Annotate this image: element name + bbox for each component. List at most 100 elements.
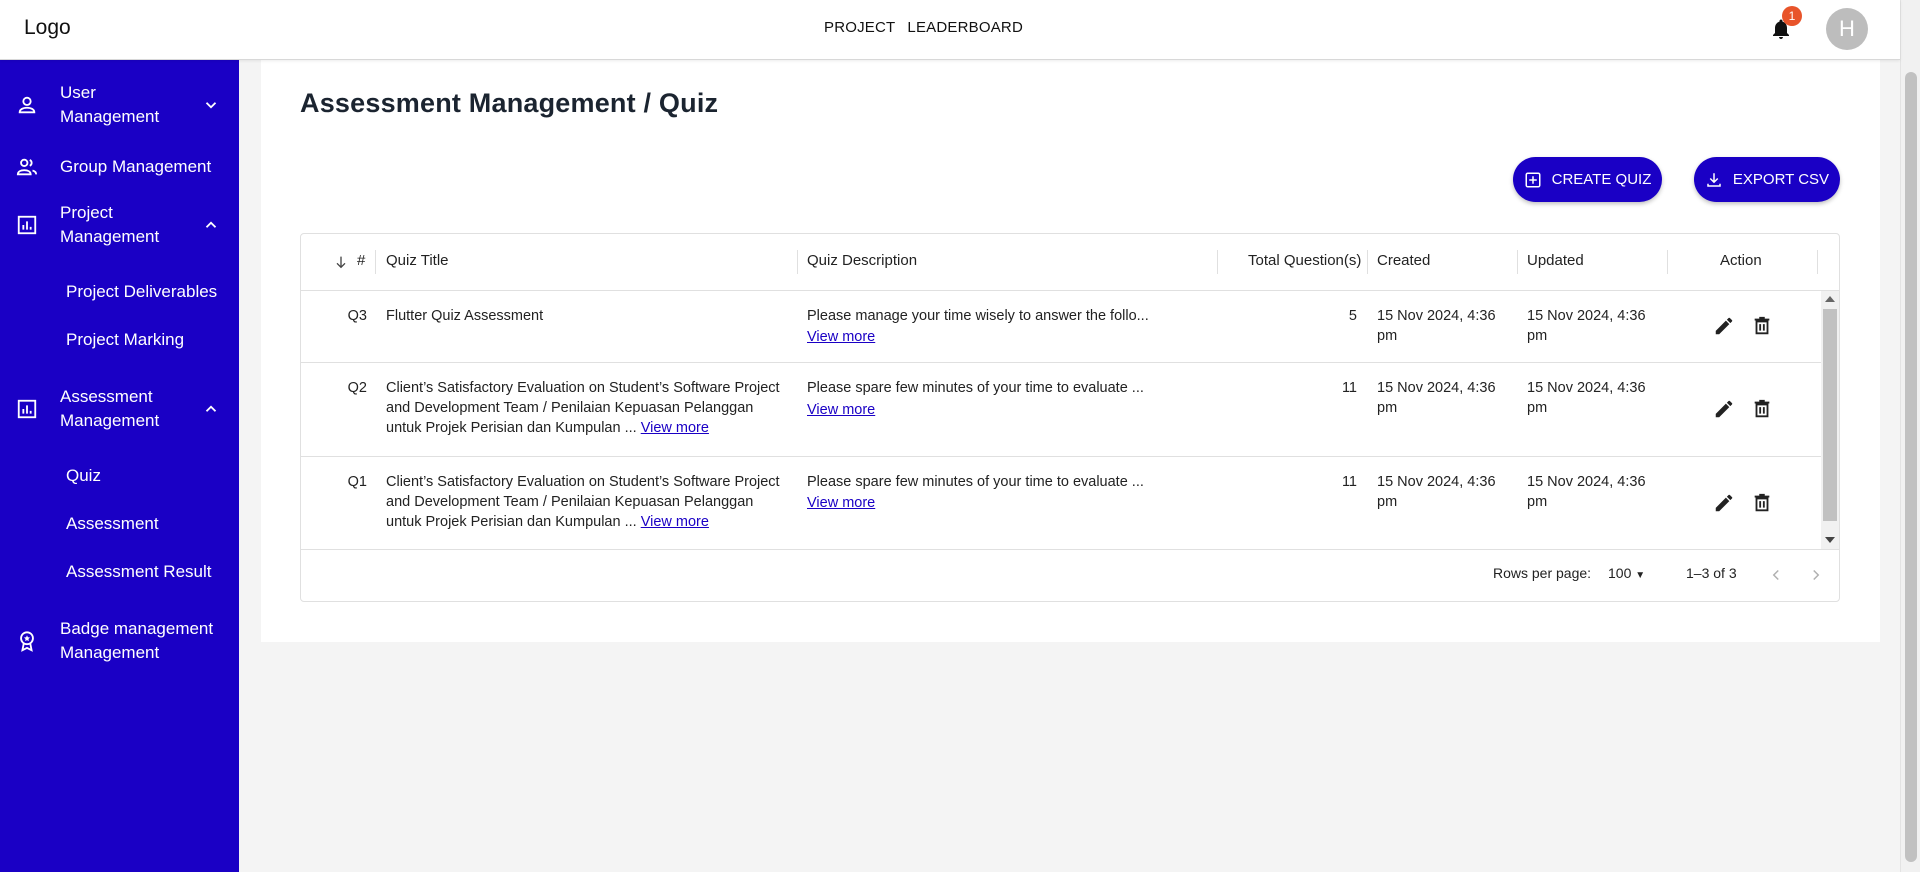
download-icon (1707, 172, 1721, 187)
row-id: Q2 (347, 380, 367, 396)
edit-pencil-icon[interactable] (1713, 315, 1735, 337)
row-description: Please manage your time wisely to answer… (807, 308, 1149, 324)
group-icon (16, 158, 38, 176)
sidebar-subitem-quiz[interactable]: Quiz (66, 466, 101, 486)
row-updated-line2: pm (1527, 494, 1548, 510)
page-scrollbar[interactable] (1900, 0, 1920, 872)
row-title-line3-text: untuk Projek Perisian dan Kumpulan ... (386, 420, 637, 436)
description-view-more-link[interactable]: View more (807, 493, 875, 513)
sidebar-subitem-project-deliverables[interactable]: Project Deliverables (66, 282, 217, 302)
create-quiz-button[interactable]: CREATE QUIZ (1513, 157, 1662, 202)
sidebar-item-user-management[interactable]: User Management (0, 80, 239, 130)
table-scrollbar[interactable] (1821, 291, 1839, 549)
row-created-line2: pm (1377, 400, 1398, 416)
row-total-questions: 11 (1341, 380, 1357, 396)
column-separator[interactable] (797, 250, 798, 274)
column-header-created[interactable]: Created (1377, 252, 1430, 269)
row-description: Please spare few minutes of your time to… (807, 474, 1144, 490)
sidebar-label-project-line1: Project (60, 203, 113, 222)
description-view-more-link[interactable]: View more (807, 400, 875, 420)
row-description: Please spare few minutes of your time to… (807, 380, 1144, 396)
column-header-action: Action (1720, 252, 1762, 269)
sidebar-item-assessment-management[interactable]: Assessment Management (0, 384, 239, 434)
column-separator[interactable] (1817, 250, 1818, 274)
delete-trash-icon[interactable] (1751, 492, 1773, 514)
row-created-line2: pm (1377, 328, 1398, 344)
previous-page-icon[interactable] (1767, 566, 1785, 584)
bar-chart-icon (17, 399, 37, 419)
export-csv-label: EXPORT CSV (1732, 171, 1830, 188)
top-nav: PROJECT LEADERBOARD (824, 19, 1023, 36)
badge-icon (20, 631, 34, 652)
row-created-line1: 15 Nov 2024, 4:36 (1377, 474, 1496, 490)
sort-arrow-down-icon[interactable] (333, 254, 349, 270)
bar-chart-icon (17, 215, 37, 235)
notification-count-badge: 1 (1782, 6, 1802, 26)
delete-trash-icon[interactable] (1751, 315, 1773, 337)
add-box-icon (1525, 172, 1541, 187)
row-updated-line1: 15 Nov 2024, 4:36 (1527, 474, 1646, 490)
top-app-bar: Logo PROJECT LEADERBOARD 1 H (0, 0, 1900, 60)
dropdown-arrow-icon: ▼ (1635, 570, 1646, 581)
table-row: Q2 Client’s Satisfactory Evaluation on S… (301, 363, 1821, 457)
sidebar-item-project-management[interactable]: Project Management (0, 200, 239, 250)
chevron-down-icon (205, 102, 217, 109)
edit-pencil-icon[interactable] (1713, 492, 1735, 514)
row-title-line1: Client’s Satisfactory Evaluation on Stud… (386, 474, 780, 490)
sidebar-subitem-project-marking[interactable]: Project Marking (66, 330, 184, 350)
row-title: Flutter Quiz Assessment (386, 308, 544, 324)
row-created-line1: 15 Nov 2024, 4:36 (1377, 308, 1496, 324)
row-created-line2: pm (1377, 494, 1398, 510)
table-row: Q1 Client’s Satisfactory Evaluation on S… (301, 457, 1821, 549)
footer-divider (301, 549, 1839, 550)
sidebar-subitem-assessment-result[interactable]: Assessment Result (66, 562, 212, 582)
person-icon (18, 96, 36, 114)
sidebar-label-badge-line1: Badge management (60, 619, 214, 638)
column-separator[interactable] (1217, 250, 1218, 274)
sidebar-label-badge-line2: Management (60, 643, 160, 662)
sidebar: User Management Group Management Project… (0, 60, 239, 872)
row-created-line1: 15 Nov 2024, 4:36 (1377, 380, 1496, 396)
page-title: Assessment Management / Quiz (300, 88, 719, 118)
table-scrollbar-thumb[interactable] (1823, 309, 1837, 521)
column-header-updated[interactable]: Updated (1527, 252, 1584, 269)
column-separator[interactable] (1667, 250, 1668, 274)
edit-pencil-icon[interactable] (1713, 398, 1735, 420)
column-header-description[interactable]: Quiz Description (807, 252, 917, 269)
column-separator[interactable] (1367, 250, 1368, 274)
title-view-more-link[interactable]: View more (641, 420, 709, 436)
nav-project-link[interactable]: PROJECT (824, 19, 895, 36)
title-view-more-link[interactable]: View more (641, 514, 709, 530)
row-updated-line1: 15 Nov 2024, 4:36 (1527, 380, 1646, 396)
row-total-questions: 11 (1341, 474, 1357, 490)
column-separator[interactable] (375, 250, 376, 274)
row-total-questions: 5 (1348, 308, 1357, 324)
scroll-down-arrow-icon[interactable] (1825, 537, 1835, 543)
nav-leaderboard-link[interactable]: LEADERBOARD (907, 19, 1023, 36)
user-avatar[interactable]: H (1826, 8, 1868, 50)
page-scrollbar-thumb[interactable] (1905, 72, 1917, 862)
column-header-total-questions[interactable]: Total Question(s) (1248, 252, 1361, 269)
sidebar-label-assessment-line1: Assessment (60, 387, 153, 406)
next-page-icon[interactable] (1807, 566, 1825, 584)
rows-per-page-label: Rows per page: (1493, 565, 1592, 581)
description-view-more-link[interactable]: View more (807, 327, 875, 347)
row-title-line3-text: untuk Projek Perisian dan Kumpulan ... (386, 514, 637, 530)
scroll-up-arrow-icon[interactable] (1825, 296, 1835, 302)
row-title-line2: and Development Team / Penilaian Kepuasa… (386, 400, 754, 416)
column-separator[interactable] (1517, 250, 1518, 274)
row-updated-line2: pm (1527, 328, 1548, 344)
column-header-title[interactable]: Quiz Title (386, 252, 449, 269)
logo[interactable]: Logo (24, 16, 71, 40)
column-header-id[interactable]: # (357, 252, 365, 269)
delete-trash-icon[interactable] (1751, 398, 1773, 420)
sidebar-item-group-management[interactable]: Group Management (0, 152, 239, 182)
sidebar-label-group: Group Management (60, 157, 212, 176)
row-id: Q1 (347, 474, 367, 490)
sidebar-item-badge-management[interactable]: Badge management Management (0, 616, 239, 666)
row-title-line3: untuk Projek Perisian dan Kumpulan ... V… (386, 418, 709, 438)
sidebar-label-user-line2: Management (60, 107, 160, 126)
export-csv-button[interactable]: EXPORT CSV (1694, 157, 1840, 202)
sidebar-subitem-assessment[interactable]: Assessment (66, 514, 159, 534)
rows-per-page-select[interactable]: 100 ▼ (1608, 565, 1645, 581)
